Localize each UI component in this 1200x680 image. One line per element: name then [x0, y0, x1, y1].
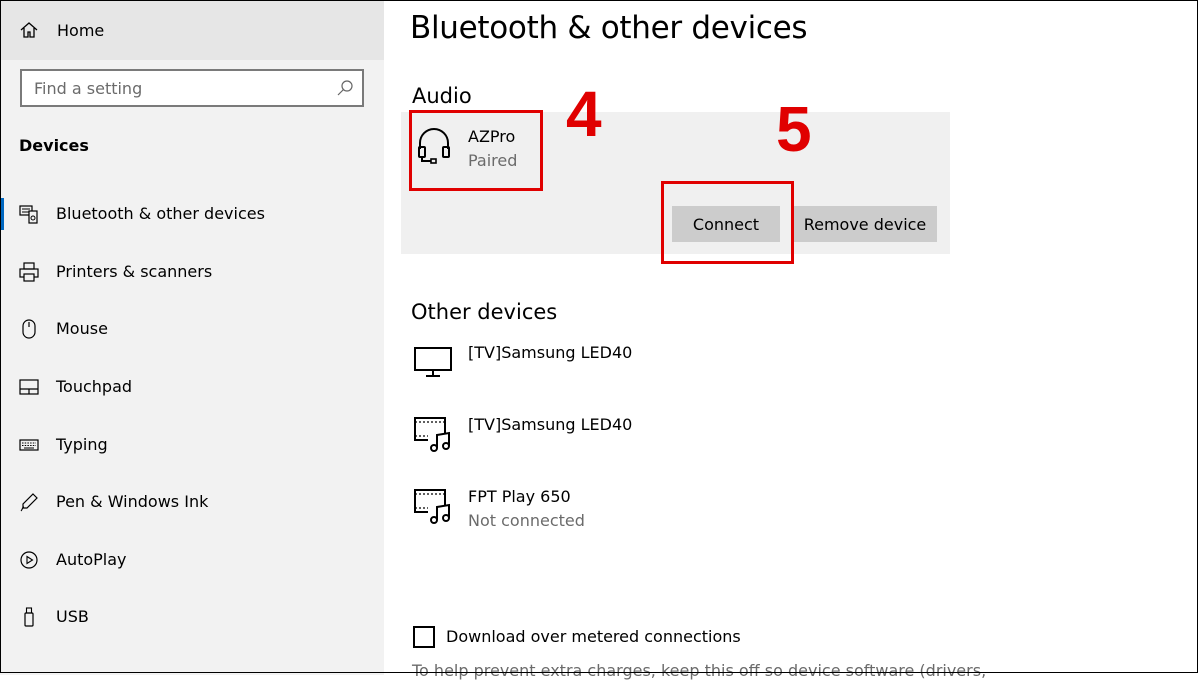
remove-device-button[interactable]: Remove device — [793, 206, 937, 242]
page-title: Bluetooth & other devices — [410, 10, 808, 46]
printer-icon — [19, 262, 39, 282]
sidebar-item-label: Mouse — [56, 319, 108, 338]
sidebar-item-label: Printers & scanners — [56, 262, 213, 281]
media-device-icon — [414, 489, 452, 525]
keyboard-icon — [19, 439, 39, 451]
home-icon — [20, 22, 38, 38]
other-devices-heading: Other devices — [411, 300, 558, 324]
sidebar-item-label: AutoPlay — [56, 550, 127, 569]
sidebar-item-usb[interactable]: USB — [0, 595, 384, 639]
other-device-name: [TV]Samsung LED40 — [468, 343, 633, 362]
touchpad-icon — [19, 379, 39, 395]
bluetooth-devices-icon — [19, 205, 38, 224]
other-device-name: [TV]Samsung LED40 — [468, 415, 633, 434]
step-4-label: 4 — [566, 78, 602, 150]
sidebar-item-label: Bluetooth & other devices — [56, 204, 265, 223]
home-nav-item[interactable]: Home — [0, 0, 384, 60]
mouse-icon — [22, 319, 36, 339]
sidebar-item-pen[interactable]: Pen & Windows Ink — [0, 480, 384, 524]
sidebar-item-label: Touchpad — [56, 377, 133, 396]
metered-connections-checkbox[interactable] — [413, 626, 435, 648]
sidebar-item-label: Pen & Windows Ink — [56, 492, 209, 511]
sidebar-item-printers[interactable]: Printers & scanners — [0, 250, 384, 294]
search-icon[interactable] — [336, 79, 354, 97]
metered-help-text: To help prevent extra charges, keep this… — [412, 661, 987, 680]
highlight-box-connect — [661, 181, 794, 264]
active-indicator — [0, 198, 4, 230]
sidebar-item-typing[interactable]: Typing — [0, 423, 384, 467]
sidebar: Home Devices Bluetooth & other devices P… — [0, 0, 384, 675]
media-device-icon — [414, 417, 452, 453]
sidebar-item-bluetooth[interactable]: Bluetooth & other devices — [0, 192, 384, 236]
highlight-box-device — [409, 110, 543, 191]
section-title: Devices — [19, 136, 89, 155]
sidebar-item-touchpad[interactable]: Touchpad — [0, 365, 384, 409]
metered-connections-label[interactable]: Download over metered connections — [446, 627, 741, 646]
monitor-icon — [414, 347, 452, 377]
audio-heading: Audio — [412, 84, 472, 108]
home-label: Home — [57, 21, 105, 40]
pen-icon — [20, 493, 38, 512]
step-5-label: 5 — [776, 93, 812, 165]
sidebar-item-autoplay[interactable]: AutoPlay — [0, 538, 384, 582]
search-input[interactable] — [34, 71, 334, 105]
sidebar-item-mouse[interactable]: Mouse — [0, 307, 384, 351]
autoplay-icon — [20, 551, 38, 569]
other-device-status: Not connected — [468, 511, 585, 530]
sidebar-item-label: USB — [56, 607, 89, 626]
sidebar-item-label: Typing — [56, 435, 108, 454]
usb-icon — [24, 607, 34, 627]
search-box[interactable] — [20, 69, 364, 107]
other-device-name: FPT Play 650 — [468, 487, 571, 506]
